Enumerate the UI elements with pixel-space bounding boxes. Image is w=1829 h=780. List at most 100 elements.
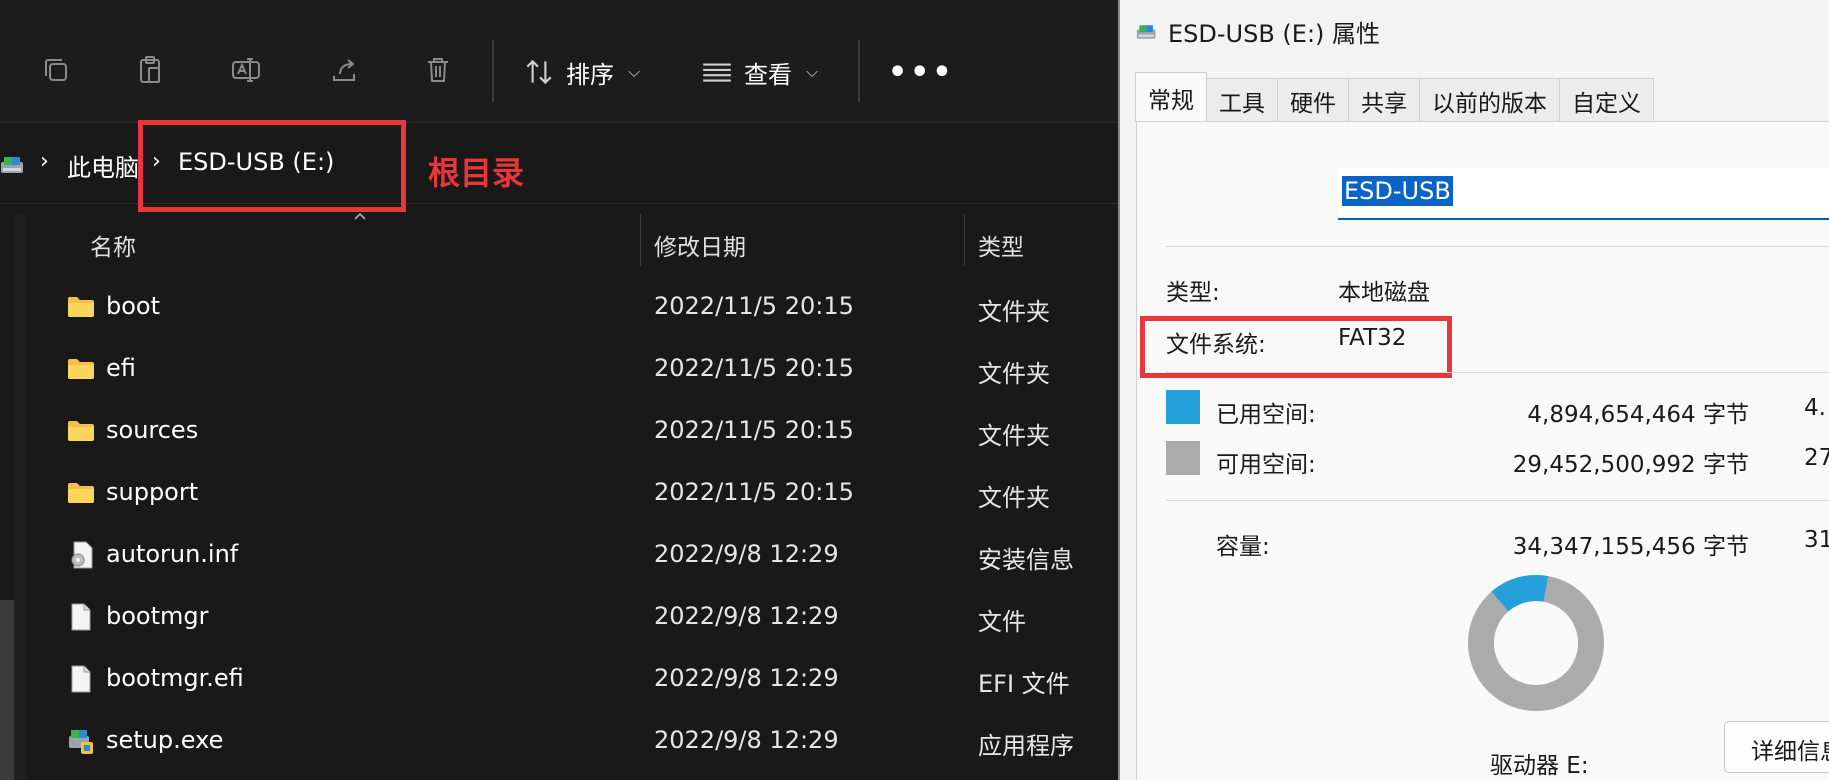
file-modified-date: 2022/9/8 12:29: [654, 602, 839, 630]
column-divider[interactable]: [964, 214, 965, 266]
share-icon[interactable]: [324, 50, 364, 90]
copy-icon[interactable]: [36, 50, 76, 90]
disk-usage-donut: [1468, 575, 1604, 711]
toolbar-separator: [858, 40, 860, 102]
tab-2[interactable]: 硬件: [1277, 78, 1349, 122]
column-header-type[interactable]: 类型: [978, 228, 1024, 262]
root-directory-annotation: 根目录: [428, 154, 525, 192]
more-options-icon[interactable]: •••: [888, 55, 955, 90]
drive-label: 驱动器 E:: [1490, 753, 1589, 779]
column-divider[interactable]: [640, 214, 641, 266]
folder-icon: [66, 292, 96, 322]
file-type: 文件夹: [978, 298, 1050, 326]
used-space-swatch: [1166, 390, 1200, 424]
paste-icon[interactable]: [130, 50, 170, 90]
used-space-bytes: 4,894,654,464 字节: [1527, 402, 1749, 428]
file-name: support: [106, 478, 199, 506]
folder-icon: [66, 478, 96, 508]
tab-1[interactable]: 工具: [1206, 78, 1278, 122]
divider: [1166, 372, 1829, 373]
file-type: 应用程序: [978, 732, 1074, 760]
column-header-row: 名称 修改日期 类型: [0, 214, 1120, 270]
file-modified-date: 2022/9/8 12:29: [654, 726, 839, 754]
free-space-label: 可用空间:: [1216, 452, 1316, 478]
breadcrumb-chevron-icon: ›: [40, 149, 49, 174]
settings-file-icon: [66, 540, 96, 570]
sort-label: 排序: [566, 60, 614, 89]
file-explorer-window: 排序 ⌵ 查看 ⌵ ••• › 此电脑 › ESD-USB (E:) 根目录 名…: [0, 0, 1120, 780]
file-modified-date: 2022/9/8 12:29: [654, 664, 839, 692]
file-row-support[interactable]: support 2022/11/5 20:15 文件夹: [30, 462, 1120, 524]
free-space-short: 27: [1804, 445, 1829, 471]
chevron-down-icon: ⌵: [628, 62, 641, 81]
file-row-efi[interactable]: efi 2022/11/5 20:15 文件夹: [30, 338, 1120, 400]
volume-label-input[interactable]: ESD-USB: [1338, 168, 1829, 220]
file-modified-date: 2022/11/5 20:15: [654, 478, 854, 506]
used-space-label: 已用空间:: [1216, 402, 1316, 428]
sort-icon: [526, 59, 552, 85]
navigation-pane-edge: [14, 214, 26, 780]
rename-icon[interactable]: [226, 50, 266, 90]
command-bar: 排序 ⌵ 查看 ⌵ •••: [0, 0, 1120, 123]
type-label: 类型:: [1166, 280, 1220, 306]
file-modified-date: 2022/11/5 20:15: [654, 292, 854, 320]
capacity-short: 31: [1804, 527, 1829, 553]
file-name: bootmgr.efi: [106, 664, 244, 692]
file-name: efi: [106, 354, 136, 382]
divider: [1166, 500, 1829, 501]
file-type: 安装信息: [978, 546, 1074, 574]
free-space-bytes: 29,452,500,992 字节: [1512, 452, 1749, 478]
dialog-title: ESD-USB (E:) 属性: [1168, 20, 1381, 48]
drive-icon: [1, 157, 23, 173]
file-name: autorun.inf: [106, 540, 239, 568]
type-value: 本地磁盘: [1338, 280, 1430, 306]
file-type: 文件: [978, 608, 1026, 636]
column-header-name[interactable]: 名称: [90, 228, 136, 262]
delete-icon[interactable]: [418, 50, 458, 90]
file-name: bootmgr: [106, 602, 209, 630]
capacity-label: 容量:: [1216, 534, 1270, 560]
toolbar-separator: [492, 40, 494, 102]
divider: [1166, 246, 1829, 247]
tab-4[interactable]: 以前的版本: [1419, 78, 1560, 122]
folder-icon: [66, 416, 96, 446]
file-type: 文件夹: [978, 484, 1050, 512]
file-row-boot[interactable]: boot 2022/11/5 20:15 文件夹: [30, 276, 1120, 338]
volume-label-selection: ESD-USB: [1342, 176, 1453, 206]
file-row-bootmgr-efi[interactable]: bootmgr.efi 2022/9/8 12:29 EFI 文件: [30, 648, 1120, 710]
tab-strip: 常规 工具 硬件 共享 以前的版本 自定义: [1135, 72, 1654, 122]
breadcrumb-this-pc[interactable]: 此电脑: [67, 148, 139, 183]
file-modified-date: 2022/11/5 20:15: [654, 416, 854, 444]
tab-0[interactable]: 常规: [1135, 72, 1207, 122]
file-icon: [66, 602, 96, 632]
file-type: EFI 文件: [978, 670, 1070, 698]
capacity-bytes: 34,347,155,456 字节: [1512, 534, 1749, 560]
chevron-down-icon: ⌵: [806, 62, 819, 81]
file-row-sources[interactable]: sources 2022/11/5 20:15 文件夹: [30, 400, 1120, 462]
view-icon: [703, 63, 731, 82]
file-modified-date: 2022/11/5 20:15: [654, 354, 854, 382]
navigation-scrollbar[interactable]: [0, 600, 14, 780]
file-icon: [66, 664, 96, 694]
sort-button[interactable]: 排序 ⌵: [522, 50, 640, 94]
file-row-autorun-inf[interactable]: autorun.inf 2022/9/8 12:29 安装信息: [30, 524, 1120, 586]
file-name: boot: [106, 292, 161, 320]
donut-free-segment: [1468, 575, 1604, 711]
details-button[interactable]: 详细信息: [1724, 721, 1829, 773]
root-highlight-box: [138, 120, 406, 212]
free-space-swatch: [1166, 441, 1200, 475]
view-button[interactable]: 查看 ⌵: [700, 50, 818, 94]
setup-exe-icon: [66, 726, 96, 756]
drive-icon: [1136, 24, 1156, 39]
file-row-setup-exe[interactable]: setup.exe 2022/9/8 12:29 应用程序: [30, 710, 1120, 772]
file-system-highlight-box: [1140, 316, 1452, 378]
file-type: 文件夹: [978, 422, 1050, 450]
file-row-bootmgr[interactable]: bootmgr 2022/9/8 12:29 文件: [30, 586, 1120, 648]
file-name: setup.exe: [106, 726, 224, 754]
tab-5[interactable]: 自定义: [1559, 78, 1654, 122]
dialog-title-bar: ESD-USB (E:) 属性: [1136, 14, 1380, 49]
column-header-modified[interactable]: 修改日期: [654, 228, 746, 262]
view-label: 查看: [744, 60, 792, 89]
used-space-short: 4.: [1804, 395, 1826, 421]
tab-3[interactable]: 共享: [1348, 78, 1420, 122]
